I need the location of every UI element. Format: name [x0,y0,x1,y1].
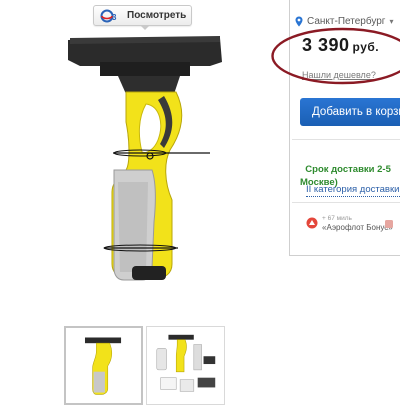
thumbnail-product-image [84,337,122,395]
aeroflot-logo-icon [306,217,318,229]
view-3d-button[interactable]: 3 Посмотреть [93,5,192,26]
thumbnail-kit-image [156,334,216,392]
aeroflot-bonus[interactable]: + 67 миль «Аэрофлот Бонус» [306,214,393,233]
delivery-category-link[interactable]: II категория доставки [306,183,400,197]
svg-text:3: 3 [112,13,117,22]
3d-view-icon: 3 [100,9,117,22]
thumbnail-kit[interactable] [146,326,225,405]
divider [292,139,400,140]
add-to-cart-button[interactable]: Добавить в корзину [300,98,400,126]
bonus-miles: + 67 миль [322,215,352,222]
divider [292,202,400,203]
found-cheaper-link[interactable]: Нашли дешевле? [302,70,376,80]
city-label: Санкт-Петербург [307,15,386,27]
price-currency: руб. [352,40,380,54]
window-vacuum-cleaner-product-image[interactable] [60,32,230,292]
view-button-pointer [140,25,150,30]
chevron-down-icon: ▾ [389,16,394,26]
location-pin-icon [295,16,303,26]
city-selector[interactable]: Санкт-Петербург ▾ [295,14,393,28]
thumbnail-product[interactable] [64,326,143,405]
price: 3 390 руб. [302,35,379,56]
bonus-partner-icon [385,220,393,228]
bonus-program: «Аэрофлот Бонус» [322,223,393,232]
price-value: 3 390 [302,35,350,55]
view-3d-label: Посмотреть [127,10,187,21]
